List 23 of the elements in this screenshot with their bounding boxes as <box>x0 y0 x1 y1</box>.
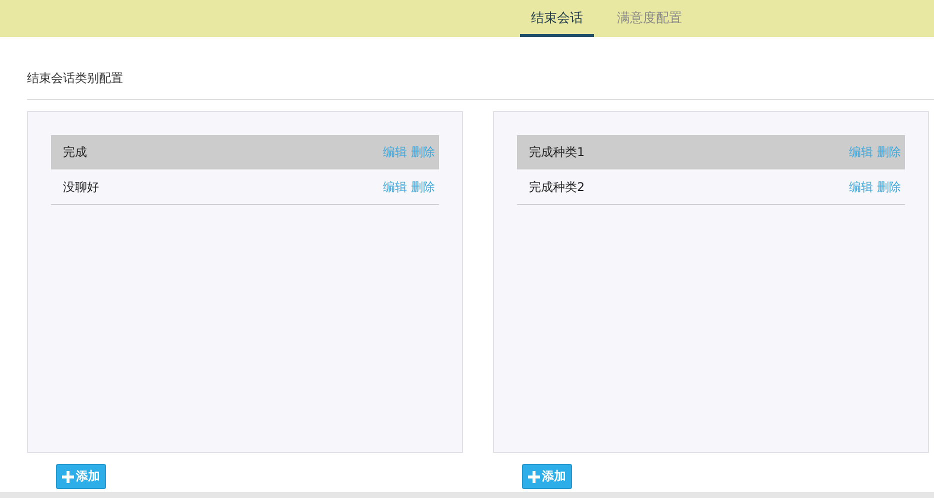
edit-link[interactable]: 编辑 <box>383 144 407 160</box>
item-name: 没聊好 <box>63 178 99 196</box>
delete-link[interactable]: 删除 <box>411 144 435 160</box>
edit-link[interactable]: 编辑 <box>849 178 873 196</box>
list-item[interactable]: 完成 编辑 删除 <box>51 135 439 170</box>
delete-link[interactable]: 删除 <box>411 178 435 196</box>
tab[interactable]: 满意度配置 <box>606 0 693 37</box>
item-name: 完成种类1 <box>529 144 585 160</box>
item-name: 完成种类2 <box>529 178 585 196</box>
add-button[interactable]: 添加 <box>522 464 572 489</box>
plus-icon <box>528 470 540 482</box>
delete-link[interactable]: 删除 <box>877 178 901 196</box>
edit-link[interactable]: 编辑 <box>383 178 407 196</box>
list-item[interactable]: 完成种类1 编辑 删除 <box>517 135 905 170</box>
tab[interactable]: 结束会话 <box>520 0 594 37</box>
list-item[interactable]: 没聊好 编辑 删除 <box>51 170 439 205</box>
section-title: 结束会话类别配置 <box>27 70 124 87</box>
item-name: 完成 <box>63 144 87 160</box>
list-item[interactable]: 完成种类2 编辑 删除 <box>517 170 905 205</box>
add-button[interactable]: 添加 <box>56 464 106 489</box>
delete-link[interactable]: 删除 <box>877 144 901 160</box>
edit-link[interactable]: 编辑 <box>849 144 873 160</box>
plus-icon <box>62 470 74 482</box>
